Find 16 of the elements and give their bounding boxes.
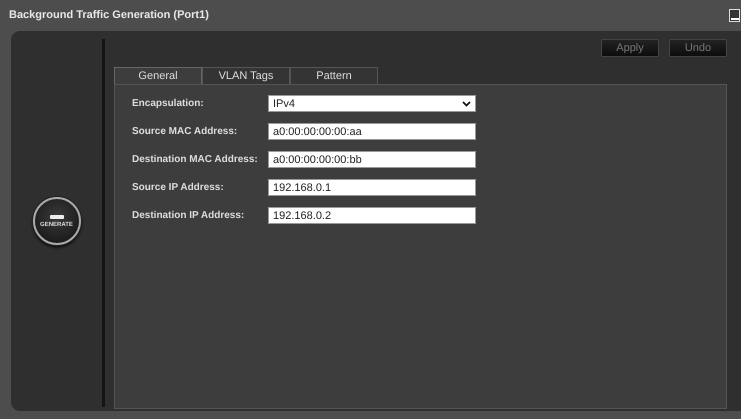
field-label: Destination MAC Address: <box>132 154 259 165</box>
dropdown-field[interactable]: IPv4 <box>268 95 476 112</box>
input-field[interactable]: a0:00:00:00:00:bb <box>268 151 476 168</box>
field-label: Encapsulation: <box>132 98 205 109</box>
minimize-icon[interactable] <box>729 8 740 22</box>
input-field[interactable]: a0:00:00:00:00:aa <box>268 123 476 140</box>
window-title: Background Traffic Generation (Port1) <box>9 9 209 21</box>
tab[interactable]: General <box>114 67 202 84</box>
tab[interactable]: VLAN Tags <box>202 67 290 84</box>
input-field[interactable]: 192.168.0.1 <box>268 179 476 196</box>
field-label: Source MAC Address: <box>132 126 238 137</box>
input-field[interactable]: 192.168.0.2 <box>268 207 476 224</box>
caret-icon <box>462 100 471 106</box>
field-label: Destination IP Address: <box>132 210 246 221</box>
tab[interactable]: Pattern <box>290 67 378 84</box>
field-label: Source IP Address: <box>132 182 225 193</box>
